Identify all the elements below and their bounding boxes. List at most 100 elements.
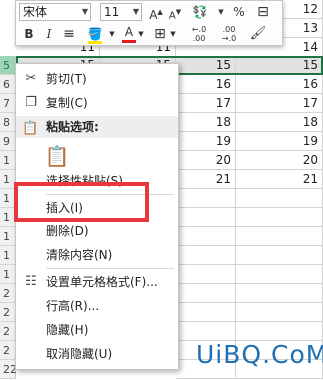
cell-value[interactable]: 20 bbox=[236, 151, 323, 170]
cell-text: 14 bbox=[302, 40, 318, 54]
row-header[interactable]: 2 bbox=[0, 341, 16, 360]
font-size-value: 11 bbox=[104, 5, 120, 19]
format-painter-button[interactable]: 🖌 bbox=[248, 25, 268, 43]
italic-button[interactable]: I bbox=[42, 25, 56, 43]
menu-item-cut[interactable]: ✂ 剪切(T) bbox=[16, 68, 178, 90]
cell-value[interactable]: 18 bbox=[176, 113, 236, 132]
cell-value[interactable] bbox=[236, 246, 323, 265]
cell-value[interactable]: 16 bbox=[176, 75, 236, 94]
menu-item-label: 删除(D) bbox=[46, 224, 89, 238]
clipboard-icon: 📋 bbox=[22, 121, 39, 136]
row-header[interactable]: 2 bbox=[0, 284, 16, 303]
menu-item-delete[interactable]: 删除(D) bbox=[16, 220, 178, 242]
cell-text: 19 bbox=[302, 134, 318, 148]
cell-value[interactable]: 17 bbox=[236, 94, 323, 113]
cell-value[interactable] bbox=[176, 227, 236, 246]
cell-text: 12 bbox=[302, 2, 318, 16]
cell-value[interactable]: 19 bbox=[236, 132, 323, 151]
menu-item-copy[interactable]: ❐ 复制(C) bbox=[16, 92, 178, 114]
cell-value[interactable] bbox=[176, 322, 236, 341]
menu-item-format-cells[interactable]: ☷ 设置单元格格式(F)... bbox=[16, 271, 178, 293]
cell-value[interactable]: 20 bbox=[176, 151, 236, 170]
cell-value[interactable]: 18 bbox=[236, 113, 323, 132]
cell-value[interactable] bbox=[236, 322, 323, 341]
fill-color-button[interactable]: 🪣 bbox=[84, 25, 106, 44]
cell-value[interactable] bbox=[236, 303, 323, 322]
row-header[interactable]: 2 bbox=[0, 303, 16, 322]
cell-value[interactable] bbox=[176, 246, 236, 265]
cell-value[interactable] bbox=[236, 189, 323, 208]
percent-icon: % bbox=[233, 5, 245, 19]
cell-value[interactable] bbox=[176, 189, 236, 208]
paste-options-header: 📋 粘贴选项: bbox=[16, 116, 178, 138]
cell-text: 20 bbox=[215, 153, 231, 167]
paste-button[interactable]: 📋 bbox=[44, 142, 70, 170]
cell-value[interactable] bbox=[176, 284, 236, 303]
row-header[interactable]: 6 bbox=[0, 75, 16, 94]
row-header[interactable]: 8 bbox=[0, 113, 16, 132]
cell-value[interactable] bbox=[176, 303, 236, 322]
cell-value[interactable]: 19 bbox=[176, 132, 236, 151]
format-cells-icon: ☷ bbox=[25, 274, 37, 289]
cell-value[interactable]: 17 bbox=[176, 94, 236, 113]
row-header[interactable]: 22 bbox=[0, 360, 17, 379]
cell-value[interactable] bbox=[176, 265, 236, 284]
menu-item-clear-contents[interactable]: 清除内容(N) bbox=[16, 244, 178, 266]
menu-separator bbox=[46, 268, 174, 269]
decrease-decimal-button[interactable]: .00 →.0 bbox=[216, 25, 242, 43]
align-center-icon: ≡ bbox=[63, 26, 75, 42]
row-header-5[interactable]: 5 bbox=[0, 56, 16, 75]
row-header[interactable]: 1 bbox=[0, 265, 16, 284]
cell-value[interactable] bbox=[176, 208, 236, 227]
borders-button[interactable]: ⊞ bbox=[152, 25, 168, 43]
cell-value[interactable] bbox=[236, 284, 323, 303]
menu-item-label: 隐藏(H) bbox=[46, 323, 89, 337]
menu-item-unhide[interactable]: 取消隐藏(U) bbox=[16, 343, 178, 365]
percent-button[interactable]: % bbox=[231, 3, 247, 21]
font-size-select[interactable]: 11 ▼ bbox=[100, 3, 142, 21]
shrink-font-button[interactable]: A▼ bbox=[167, 3, 183, 21]
cell-value[interactable] bbox=[236, 208, 323, 227]
clipboard-paste-icon: 📋 bbox=[44, 144, 70, 168]
menu-item-hide[interactable]: 隐藏(H) bbox=[16, 319, 178, 341]
scissors-icon: ✂ bbox=[25, 71, 37, 86]
row-header[interactable]: 1 bbox=[0, 227, 16, 246]
cell-value[interactable] bbox=[236, 227, 323, 246]
increase-decimal-button[interactable]: ←.0.00 bbox=[186, 25, 212, 43]
watermark: UiBQ.CoM bbox=[196, 340, 323, 369]
chevron-down-icon: ▼ bbox=[132, 7, 139, 16]
font-color-button[interactable]: A bbox=[122, 25, 136, 43]
font-name-select[interactable]: 宋体 ▼ bbox=[19, 3, 91, 21]
grow-font-button[interactable]: A▲ bbox=[148, 3, 164, 22]
row-header[interactable]: 1 bbox=[0, 246, 16, 265]
cell-value[interactable]: 21 bbox=[176, 170, 236, 189]
number-format-button[interactable]: 💱 bbox=[188, 3, 212, 21]
menu-item-label: 取消隐藏(U) bbox=[46, 347, 113, 361]
cell-text: 18 bbox=[302, 115, 318, 129]
menu-item-label: 复制(C) bbox=[46, 96, 88, 110]
bold-button[interactable]: B bbox=[22, 25, 36, 43]
cell-text: 20 bbox=[302, 153, 318, 167]
chevron-down-icon[interactable]: ▼ bbox=[137, 25, 145, 43]
chevron-down-icon[interactable]: ▼ bbox=[217, 3, 225, 21]
cell-value[interactable] bbox=[236, 265, 323, 284]
chevron-down-icon[interactable]: ▼ bbox=[108, 25, 116, 43]
chevron-down-icon: ▼ bbox=[81, 7, 88, 16]
mini-toolbar: 宋体 ▼ 11 ▼ A▲ A▼ 💱 ▼ % ⊟ B I ≡ 🪣 ▼ A ▼ ⊞ ▼ … bbox=[15, 0, 283, 46]
menu-item-row-height[interactable]: 行高(R)... bbox=[16, 295, 178, 317]
cell-text: 13 bbox=[302, 21, 318, 35]
paintbrush-icon: 🖌 bbox=[249, 26, 267, 41]
font-color-icon: A bbox=[124, 25, 134, 39]
cell-text: 17 bbox=[302, 96, 318, 110]
chevron-down-icon[interactable]: ▼ bbox=[169, 25, 177, 43]
row-header[interactable]: 7 bbox=[0, 94, 16, 113]
cell-value[interactable]: 21 bbox=[236, 170, 323, 189]
paste-options-label: 粘贴选项: bbox=[46, 120, 99, 134]
row-header[interactable]: 2 bbox=[0, 322, 16, 341]
row-header[interactable]: 1 bbox=[0, 151, 16, 170]
cell-value[interactable]: 16 bbox=[236, 75, 323, 94]
align-center-button[interactable]: ≡ bbox=[60, 25, 78, 43]
row-header[interactable]: 9 bbox=[0, 132, 16, 151]
merge-center-button[interactable]: ⊟ bbox=[252, 3, 274, 21]
cell-text: 16 bbox=[302, 77, 318, 91]
